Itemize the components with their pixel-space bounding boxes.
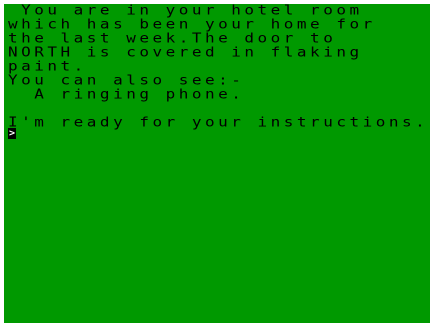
room-description-line: You are in your hotel room (8, 4, 363, 18)
game-screen[interactable]: You are in your hotel room which has bee… (4, 4, 430, 323)
room-description-line: the last week.The door to (8, 30, 337, 46)
room-description-line: paint. (8, 58, 87, 74)
room-description-line: NORTH is covered in flaking (8, 44, 363, 60)
ready-message: I'm ready for your instructions. (8, 114, 429, 130)
visible-items-header: You can also see:- (8, 72, 245, 88)
visible-item: A ringing phone. (8, 86, 245, 102)
room-description-line: which has been your home for (8, 16, 376, 32)
input-cursor[interactable]: > (8, 128, 16, 139)
command-prompt[interactable]: > (8, 128, 16, 139)
